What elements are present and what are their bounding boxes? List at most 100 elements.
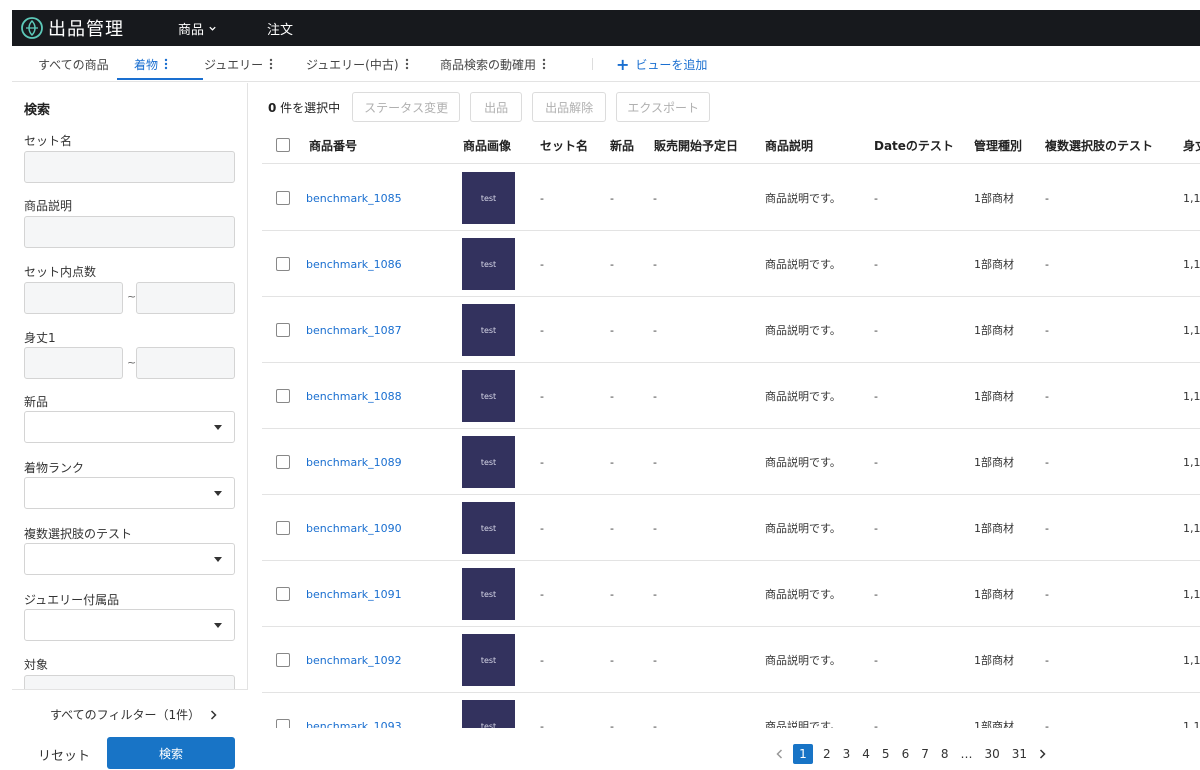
page-6[interactable]: 6 [902,747,910,761]
set-count-max-input[interactable] [136,282,235,314]
table-row[interactable]: test benchmark_1091 - - - 商品説明です。 - 1部商材 - 1,1 [262,561,1200,627]
row-checkbox[interactable] [276,653,290,667]
cell-product-id[interactable]: benchmark_1085 [306,165,402,231]
product-thumbnail[interactable]: test [462,304,515,356]
row-checkbox[interactable] [276,455,290,469]
more-vertical-icon[interactable] [542,58,546,70]
status-change-button[interactable]: ステータス変更 [352,92,461,122]
publish-button[interactable]: 出品 [470,92,523,122]
cell-product-id[interactable]: benchmark_1087 [306,297,402,363]
col-header-start-date[interactable]: 販売開始予定日 [654,126,738,164]
cell-set-name: - [540,455,544,469]
product-thumbnail[interactable]: test [462,238,515,290]
tab-jewelry-used[interactable]: ジュエリー(中古) [306,46,409,82]
cell-date-test: - [874,389,878,403]
filter-sidebar: 検索 セット名 商品説明 セット内点数 ~ 身丈1 ~ 新品 着物ランク 複数選… [12,83,248,770]
product-thumbnail[interactable]: test [462,370,515,422]
cell-product-id[interactable]: benchmark_1092 [306,627,402,693]
page-1[interactable]: 1 [793,744,813,764]
cell-start-date: - [653,389,657,403]
product-thumbnail[interactable]: test [462,502,515,554]
multi-test-select[interactable] [24,543,235,575]
product-thumbnail[interactable]: test [462,436,515,488]
col-header-image[interactable]: 商品画像 [463,126,511,164]
search-button[interactable]: 検索 [107,737,235,769]
col-header-date-test[interactable]: Dateのテスト [874,126,954,164]
page-8[interactable]: 8 [941,747,949,761]
mitake-max-input[interactable] [136,347,235,379]
description-input[interactable] [24,216,235,248]
more-vertical-icon[interactable] [405,58,409,70]
mitake-min-input[interactable] [24,347,123,379]
table-row[interactable]: test benchmark_1092 - - - 商品説明です。 - 1部商材 - 1,1 [262,627,1200,693]
page-3[interactable]: 3 [843,747,851,761]
tab-all-products[interactable]: すべての商品 [38,46,109,82]
product-thumbnail[interactable]: test [462,634,515,686]
unpublish-button[interactable]: 出品解除 [532,92,607,122]
caret-down-icon [214,425,222,430]
new-select[interactable] [24,411,235,443]
cell-product-id[interactable]: benchmark_1086 [306,231,402,297]
col-header-description[interactable]: 商品説明 [765,126,813,164]
table-row[interactable]: test benchmark_1085 - - - 商品説明です。 - 1部商材 - 1,1 [262,165,1200,231]
page-4[interactable]: 4 [862,747,870,761]
cell-kind: 1部商材 [974,192,1014,205]
page-2[interactable]: 2 [823,747,831,761]
product-thumbnail[interactable]: test [462,700,515,728]
col-header-set-name[interactable]: セット名 [540,126,588,164]
page-5[interactable]: 5 [882,747,890,761]
add-view-button[interactable]: + ビューを追加 [616,46,707,82]
all-filters-link[interactable]: すべてのフィルター（1件） [50,706,217,723]
chevron-left-icon[interactable] [776,749,783,759]
set-count-min-input[interactable] [24,282,123,314]
col-header-multi-test[interactable]: 複数選択肢のテスト [1045,126,1153,164]
app-logo[interactable]: 出品管理 [20,15,160,41]
export-button[interactable]: エクスポート [616,92,711,122]
nav-orders[interactable]: 注文 [267,19,293,38]
cell-product-id[interactable]: benchmark_1088 [306,363,402,429]
page-30[interactable]: 30 [984,747,999,761]
product-thumbnail[interactable]: test [462,568,515,620]
page-7[interactable]: 7 [921,747,929,761]
col-header-product-id[interactable]: 商品番号 [309,126,357,164]
table-row[interactable]: test benchmark_1089 - - - 商品説明です。 - 1部商材 - 1,1 [262,429,1200,495]
cell-product-id[interactable]: benchmark_1089 [306,429,402,495]
col-header-new[interactable]: 新品 [610,126,634,164]
row-checkbox[interactable] [276,191,290,205]
col-header-kind[interactable]: 管理種別 [974,126,1022,164]
jewelry-acc-select[interactable] [24,609,235,641]
product-thumbnail[interactable]: test [462,172,515,224]
nav-products[interactable]: 商品 [178,19,217,38]
cell-product-id[interactable]: benchmark_1090 [306,495,402,561]
more-vertical-icon[interactable] [164,58,168,70]
row-checkbox[interactable] [276,389,290,403]
row-checkbox[interactable] [276,257,290,271]
page-31[interactable]: 31 [1012,747,1027,761]
chevron-right-icon[interactable] [1039,749,1046,759]
row-checkbox[interactable] [276,587,290,601]
cell-product-id[interactable]: benchmark_1093 [306,693,402,729]
target-input[interactable] [24,675,235,689]
cell-mitake: 1,1 [1183,521,1200,535]
set-name-input[interactable] [24,151,235,183]
table-row[interactable]: test benchmark_1087 - - - 商品説明です。 - 1部商材 - 1,1 [262,297,1200,363]
row-checkbox[interactable] [276,719,290,728]
select-all-checkbox[interactable] [276,138,290,152]
more-vertical-icon[interactable] [269,58,273,70]
table-row[interactable]: test benchmark_1086 - - - 商品説明です。 - 1部商材 - 1,1 [262,231,1200,297]
row-checkbox[interactable] [276,521,290,535]
tab-search-check[interactable]: 商品検索の動確用 [440,46,546,82]
nav-orders-label: 注文 [267,22,294,38]
table-row[interactable]: test benchmark_1088 - - - 商品説明です。 - 1部商材 - 1,1 [262,363,1200,429]
tab-kimono[interactable]: 着物 [134,46,168,82]
row-checkbox[interactable] [276,323,290,337]
tab-jewelry[interactable]: ジュエリー [204,46,273,82]
col-header-mitake[interactable]: 身丈 [1183,126,1200,164]
reset-button[interactable]: リセット [38,745,90,764]
table-row[interactable]: test benchmark_1090 - - - 商品説明です。 - 1部商材 - 1,1 [262,495,1200,561]
cell-product-id[interactable]: benchmark_1091 [306,561,402,627]
kimono-rank-select[interactable] [24,477,235,509]
table-row[interactable]: test benchmark_1093 - - - 商品説明です。 - 1部商材 - 1,1 [262,693,1200,728]
cell-start-date: - [653,455,657,469]
cell-mitake: 1,1 [1183,389,1200,403]
